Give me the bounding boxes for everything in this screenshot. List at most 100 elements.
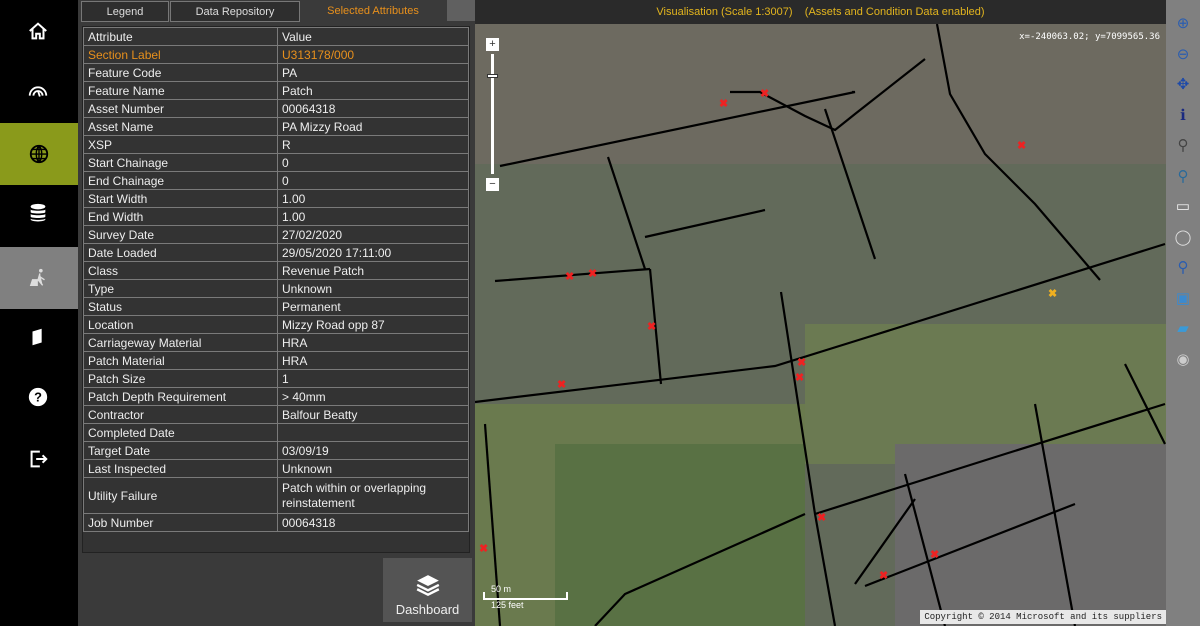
tab-strip-filler [447, 0, 475, 21]
attribute-value: 03/09/19 [277, 441, 469, 460]
map-zoom-in-button[interactable]: + [486, 38, 499, 51]
table-row[interactable]: Section Label U313178/000 [83, 45, 469, 64]
attribute-name: Target Date [83, 441, 278, 460]
info-tool-button[interactable]: ℹ [1172, 104, 1194, 126]
tab-legend[interactable]: Legend [81, 1, 169, 22]
table-row[interactable]: Patch Material HRA [83, 351, 469, 370]
folder-star-tool-button[interactable]: ▰ [1172, 317, 1194, 339]
table-row[interactable]: Start Width 1.00 [83, 189, 469, 208]
map-zoom-out-button[interactable]: − [486, 178, 499, 191]
attribute-name: Completed Date [83, 423, 278, 442]
exit-icon [30, 450, 48, 468]
attribute-value: HRA [277, 351, 469, 370]
table-row[interactable]: Location Mizzy Road opp 87 [83, 315, 469, 334]
binoculars-icon: ⚲ [1177, 137, 1189, 154]
attribute-value: PA Mizzy Road [277, 117, 469, 136]
svg-text:✖: ✖ [647, 321, 656, 333]
pan-tool-button[interactable]: ✥ [1172, 73, 1194, 95]
coordinates-readout: x=-240063.02; y=7099565.36 [1019, 32, 1160, 42]
table-row[interactable]: Type Unknown [83, 279, 469, 298]
table-row[interactable]: XSP R [83, 135, 469, 154]
attribute-name: Date Loaded [83, 243, 278, 262]
svg-text:?: ? [34, 390, 42, 405]
table-row[interactable]: Utility Failure Patch within or overlappi… [83, 477, 469, 514]
layers-icon [416, 575, 439, 596]
table-row[interactable]: Completed Date [83, 423, 469, 442]
binoculars-color-icon: ⚲ [1177, 167, 1189, 185]
table-row[interactable]: Status Permanent [83, 297, 469, 316]
attribute-name: Contractor [83, 405, 278, 424]
table-row[interactable]: End Width 1.00 [83, 207, 469, 226]
table-row[interactable]: Patch Depth Requirement > 40mm [83, 387, 469, 406]
zoom-in-tool-button[interactable]: ⊕ [1172, 12, 1194, 34]
scale-feet: 125 feet [491, 600, 524, 610]
tab-data-repository[interactable]: Data Repository [170, 1, 300, 22]
nav-help[interactable]: ? [0, 366, 76, 428]
nav-works[interactable] [0, 247, 78, 309]
table-row[interactable]: Patch Size 1 [83, 369, 469, 388]
attribute-name: XSP [83, 135, 278, 154]
zoom-out-tool-button[interactable]: ⊖ [1172, 43, 1194, 65]
svg-text:✖: ✖ [565, 271, 574, 283]
sidebar: ? [0, 0, 78, 626]
table-row[interactable]: Carriageway Material HRA [83, 333, 469, 352]
zoom-slider-handle[interactable] [487, 74, 498, 78]
svg-text:✖: ✖ [797, 357, 806, 369]
globe-print-tool-button[interactable]: ◉ [1172, 348, 1194, 370]
attribute-name: Last Inspected [83, 459, 278, 478]
table-row[interactable]: Survey Date 27/02/2020 [83, 225, 469, 244]
help-icon: ? [28, 387, 48, 407]
map-canvas[interactable]: ✖ ✖ ✖ ✖ ✖ ✖ ✖ ✖ ✖ ✖ ✖ ✖ ✖ ✖ x=-240063.02; y=70995… [475, 24, 1166, 626]
table-row[interactable]: Contractor Balfour Beatty [83, 405, 469, 424]
table-row[interactable]: Feature Code PA [83, 63, 469, 82]
table-row[interactable]: Asset Name PA Mizzy Road [83, 117, 469, 136]
image-layer-tool-button[interactable]: ▣ [1172, 287, 1194, 309]
attribute-name: Type [83, 279, 278, 298]
table-row[interactable]: Class Revenue Patch [83, 261, 469, 280]
attribute-name: Carriageway Material [83, 333, 278, 352]
search-layer-tool-button[interactable]: ⚲ [1172, 256, 1194, 278]
svg-text:✖: ✖ [879, 570, 888, 582]
attribute-name: Location [83, 315, 278, 334]
image-layer-icon: ▣ [1175, 289, 1191, 307]
attribute-value: Unknown [277, 459, 469, 478]
aerial-map: ✖ ✖ ✖ ✖ ✖ ✖ ✖ ✖ ✖ ✖ ✖ ✖ ✖ ✖ [475, 24, 1166, 626]
table-row[interactable]: Asset Number 00064318 [83, 99, 469, 118]
nav-data[interactable] [0, 182, 76, 244]
nav-book[interactable] [0, 306, 76, 368]
svg-text:✖: ✖ [1048, 288, 1057, 300]
table-row[interactable]: End Chainage 0 [83, 171, 469, 190]
table-header: Attribute Value [83, 27, 469, 46]
attribute-value: Unknown [277, 279, 469, 298]
svg-text:✖: ✖ [588, 268, 597, 280]
table-row[interactable]: Last Inspected Unknown [83, 459, 469, 478]
attribute-value: Revenue Patch [277, 261, 469, 280]
table-row[interactable]: Feature Name Patch [83, 81, 469, 100]
nav-map[interactable] [0, 123, 78, 185]
table-row[interactable]: Target Date 03/09/19 [83, 441, 469, 460]
nav-gauge[interactable] [0, 60, 76, 122]
table-row[interactable]: Start Chainage 0 [83, 153, 469, 172]
attribute-name: Job Number [83, 513, 278, 532]
tab-selected-attributes[interactable]: Selected Attributes [300, 0, 446, 21]
search-layer-icon: ⚲ [1177, 259, 1189, 276]
svg-text:✖: ✖ [719, 98, 728, 110]
svg-text:✖: ✖ [479, 543, 488, 555]
binoculars-color-tool-button[interactable]: ⚲ [1172, 165, 1194, 187]
attribute-value [277, 423, 469, 442]
map-toolbar: ⊕ ⊖ ✥ ℹ ⚲ ⚲ ▭ ◯ ⚲ ▣ ▰ ◉ [1166, 0, 1200, 626]
attribute-name: Start Chainage [83, 153, 278, 172]
attribute-value: 1.00 [277, 189, 469, 208]
zoom-slider-track[interactable] [491, 54, 494, 174]
select-tool-button[interactable]: ◯ [1172, 226, 1194, 248]
dashboard-button[interactable]: Dashboard [383, 558, 472, 622]
zoom-out-icon: ⊖ [1176, 45, 1190, 63]
table-row[interactable]: Date Loaded 29/05/2020 17:11:00 [83, 243, 469, 262]
info-icon: ℹ [1180, 106, 1186, 124]
binoculars-tool-button[interactable]: ⚲ [1172, 134, 1194, 156]
nav-home[interactable] [0, 0, 76, 62]
table-row[interactable]: Job Number 00064318 [83, 513, 469, 532]
nav-exit[interactable] [0, 428, 76, 490]
header-attribute: Attribute [83, 27, 278, 46]
ruler-tool-button[interactable]: ▭ [1172, 195, 1194, 217]
